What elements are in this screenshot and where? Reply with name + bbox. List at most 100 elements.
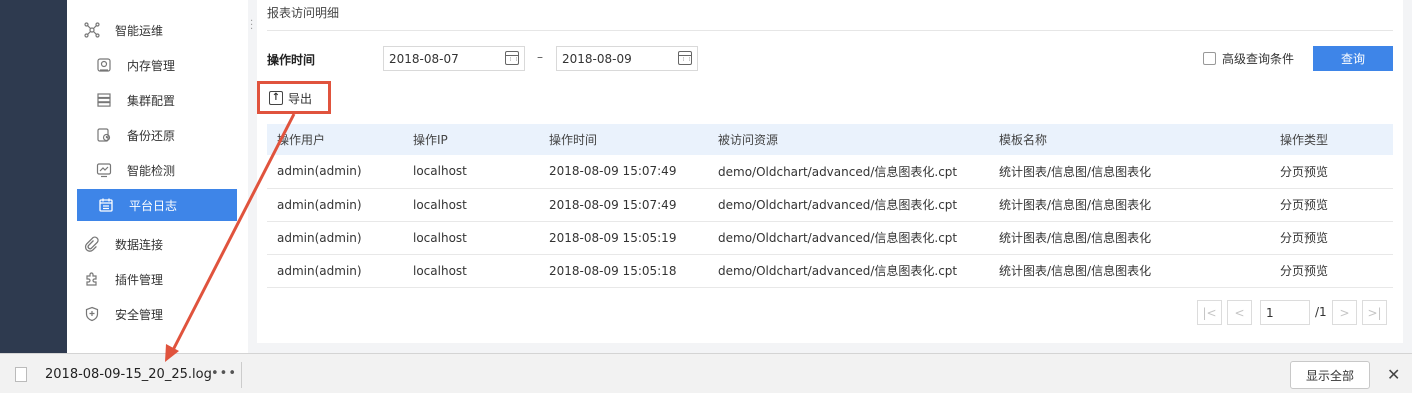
main-panel: 报表访问明细 操作时间 2018-08-07 – 2018-08-09 高级查询…: [257, 0, 1403, 343]
cell-type: 分页预览: [1270, 254, 1393, 288]
start-date-field[interactable]: 2018-08-07: [383, 46, 525, 71]
column-header[interactable]: 操作用户: [267, 124, 403, 155]
cluster-icon: [95, 91, 113, 109]
cell-user: admin(admin): [267, 155, 403, 189]
cell-user: admin(admin): [267, 221, 403, 255]
cell-time: 2018-08-09 15:07:49: [539, 155, 708, 189]
cell-ip: localhost: [403, 188, 539, 222]
page-number-value: 1: [1266, 305, 1274, 320]
page-total: /1: [1315, 305, 1327, 319]
table-row[interactable]: admin(admin) localhost 2018-08-09 15:07:…: [267, 188, 1393, 222]
table-header-row: 操作用户 操作IP 操作时间 被访问资源 模板名称 操作类型: [267, 124, 1393, 155]
cell-ip: localhost: [403, 221, 539, 255]
cell-type: 分页预览: [1270, 188, 1393, 222]
divider: [267, 30, 1393, 31]
cell-ip: localhost: [403, 155, 539, 189]
memory-icon: [95, 56, 113, 74]
column-header[interactable]: 操作IP: [403, 124, 539, 155]
column-header[interactable]: 操作类型: [1270, 124, 1393, 155]
sidebar-item-label: 智能检测: [127, 163, 176, 178]
sidebar: 智能运维 内存管理 集群配置 备份还原 智能检测 平台日志 数据连接 插件管理 …: [67, 0, 248, 353]
resize-grip-icon[interactable]: · · ·: [250, 17, 253, 35]
end-date-value: 2018-08-09: [562, 51, 632, 66]
page-number-input[interactable]: 1: [1260, 300, 1310, 325]
date-separator: –: [537, 50, 543, 64]
pager-first-button[interactable]: |<: [1197, 300, 1222, 325]
cell-template: 统计图表/信息图/信息图表化: [989, 188, 1270, 222]
plugin-icon: [83, 270, 101, 288]
cell-time: 2018-08-09 15:05:19: [539, 221, 708, 255]
network-icon: [83, 21, 101, 39]
sidebar-item-ops[interactable]: 智能运维: [67, 14, 248, 46]
table-row[interactable]: admin(admin) localhost 2018-08-09 15:05:…: [267, 254, 1393, 288]
pager-last-button[interactable]: >|: [1362, 300, 1387, 325]
download-file-name[interactable]: 2018-08-09-15_20_25.log: [45, 367, 212, 382]
annotation-highlight-box: [257, 81, 331, 114]
table-row[interactable]: admin(admin) localhost 2018-08-09 15:05:…: [267, 221, 1393, 255]
cell-template: 统计图表/信息图/信息图表化: [989, 254, 1270, 288]
sidebar-item-label: 集群配置: [127, 93, 176, 108]
cell-user: admin(admin): [267, 188, 403, 222]
monitor-icon: [95, 161, 113, 179]
cell-time: 2018-08-09 15:05:18: [539, 254, 708, 288]
app-nav-strip: [0, 0, 67, 353]
sidebar-item-label: 智能运维: [115, 23, 164, 38]
end-date-field[interactable]: 2018-08-09: [556, 46, 698, 71]
column-header[interactable]: 操作时间: [539, 124, 708, 155]
advanced-query-checkbox[interactable]: [1203, 52, 1216, 65]
cell-type: 分页预览: [1270, 221, 1393, 255]
sidebar-item-label: 平台日志: [129, 198, 178, 213]
query-button[interactable]: 查询: [1313, 46, 1393, 71]
column-header[interactable]: 模板名称: [989, 124, 1270, 155]
sidebar-item-plugin[interactable]: 插件管理: [67, 263, 248, 295]
sidebar-item-cluster[interactable]: 集群配置: [67, 84, 248, 116]
sidebar-item-memory[interactable]: 内存管理: [67, 49, 248, 81]
next-page-icon: >: [1332, 300, 1357, 325]
cell-ip: localhost: [403, 254, 539, 288]
backup-icon: [95, 126, 113, 144]
table-row[interactable]: admin(admin) localhost 2018-08-09 15:07:…: [267, 155, 1393, 189]
pager-prev-button[interactable]: <: [1227, 300, 1252, 325]
sidebar-item-label: 安全管理: [115, 307, 164, 322]
sidebar-item-label: 备份还原: [127, 128, 176, 143]
prev-page-icon: <: [1227, 300, 1252, 325]
sidebar-item-label: 插件管理: [115, 272, 164, 287]
cell-resource: demo/Oldchart/advanced/信息图表化.cpt: [708, 221, 989, 255]
advanced-query-toggle[interactable]: 高级查询条件: [1203, 50, 1294, 67]
link-icon: [83, 235, 101, 253]
sidebar-item-backup[interactable]: 备份还原: [67, 119, 248, 151]
access-log-table: 操作用户 操作IP 操作时间 被访问资源 模板名称 操作类型 admin(adm…: [267, 124, 1393, 288]
log-icon: [97, 196, 115, 214]
sidebar-item-label: 内存管理: [127, 58, 176, 73]
column-header[interactable]: 被访问资源: [708, 124, 989, 155]
sidebar-item-platform-log[interactable]: 平台日志: [77, 189, 237, 221]
divider: [241, 362, 242, 388]
file-icon: [15, 367, 27, 382]
filter-label: 操作时间: [267, 53, 316, 67]
cell-template: 统计图表/信息图/信息图表化: [989, 221, 1270, 255]
cell-resource: demo/Oldchart/advanced/信息图表化.cpt: [708, 188, 989, 222]
cell-template: 统计图表/信息图/信息图表化: [989, 155, 1270, 189]
advanced-query-label: 高级查询条件: [1222, 52, 1295, 66]
cell-type: 分页预览: [1270, 155, 1393, 189]
calendar-icon[interactable]: [678, 51, 692, 65]
more-options-icon[interactable]: •••: [211, 366, 237, 381]
last-page-icon: >|: [1362, 300, 1387, 325]
shield-icon: [83, 305, 101, 323]
download-bar: 2018-08-09-15_20_25.log ••• 显示全部 ✕: [0, 353, 1412, 393]
show-all-button[interactable]: 显示全部: [1290, 361, 1370, 389]
first-page-icon: |<: [1197, 300, 1222, 325]
cell-resource: demo/Oldchart/advanced/信息图表化.cpt: [708, 155, 989, 189]
sidebar-item-data-connection[interactable]: 数据连接: [67, 228, 248, 260]
cell-user: admin(admin): [267, 254, 403, 288]
sidebar-item-label: 数据连接: [115, 237, 164, 252]
close-icon[interactable]: ✕: [1387, 365, 1400, 384]
cell-resource: demo/Oldchart/advanced/信息图表化.cpt: [708, 254, 989, 288]
cell-time: 2018-08-09 15:07:49: [539, 188, 708, 222]
section-title: 报表访问明细: [267, 6, 340, 20]
sidebar-item-monitor[interactable]: 智能检测: [67, 154, 248, 186]
pager-next-button[interactable]: >: [1332, 300, 1357, 325]
sidebar-item-security[interactable]: 安全管理: [67, 298, 248, 330]
calendar-icon[interactable]: [505, 51, 519, 65]
start-date-value: 2018-08-07: [389, 51, 459, 66]
